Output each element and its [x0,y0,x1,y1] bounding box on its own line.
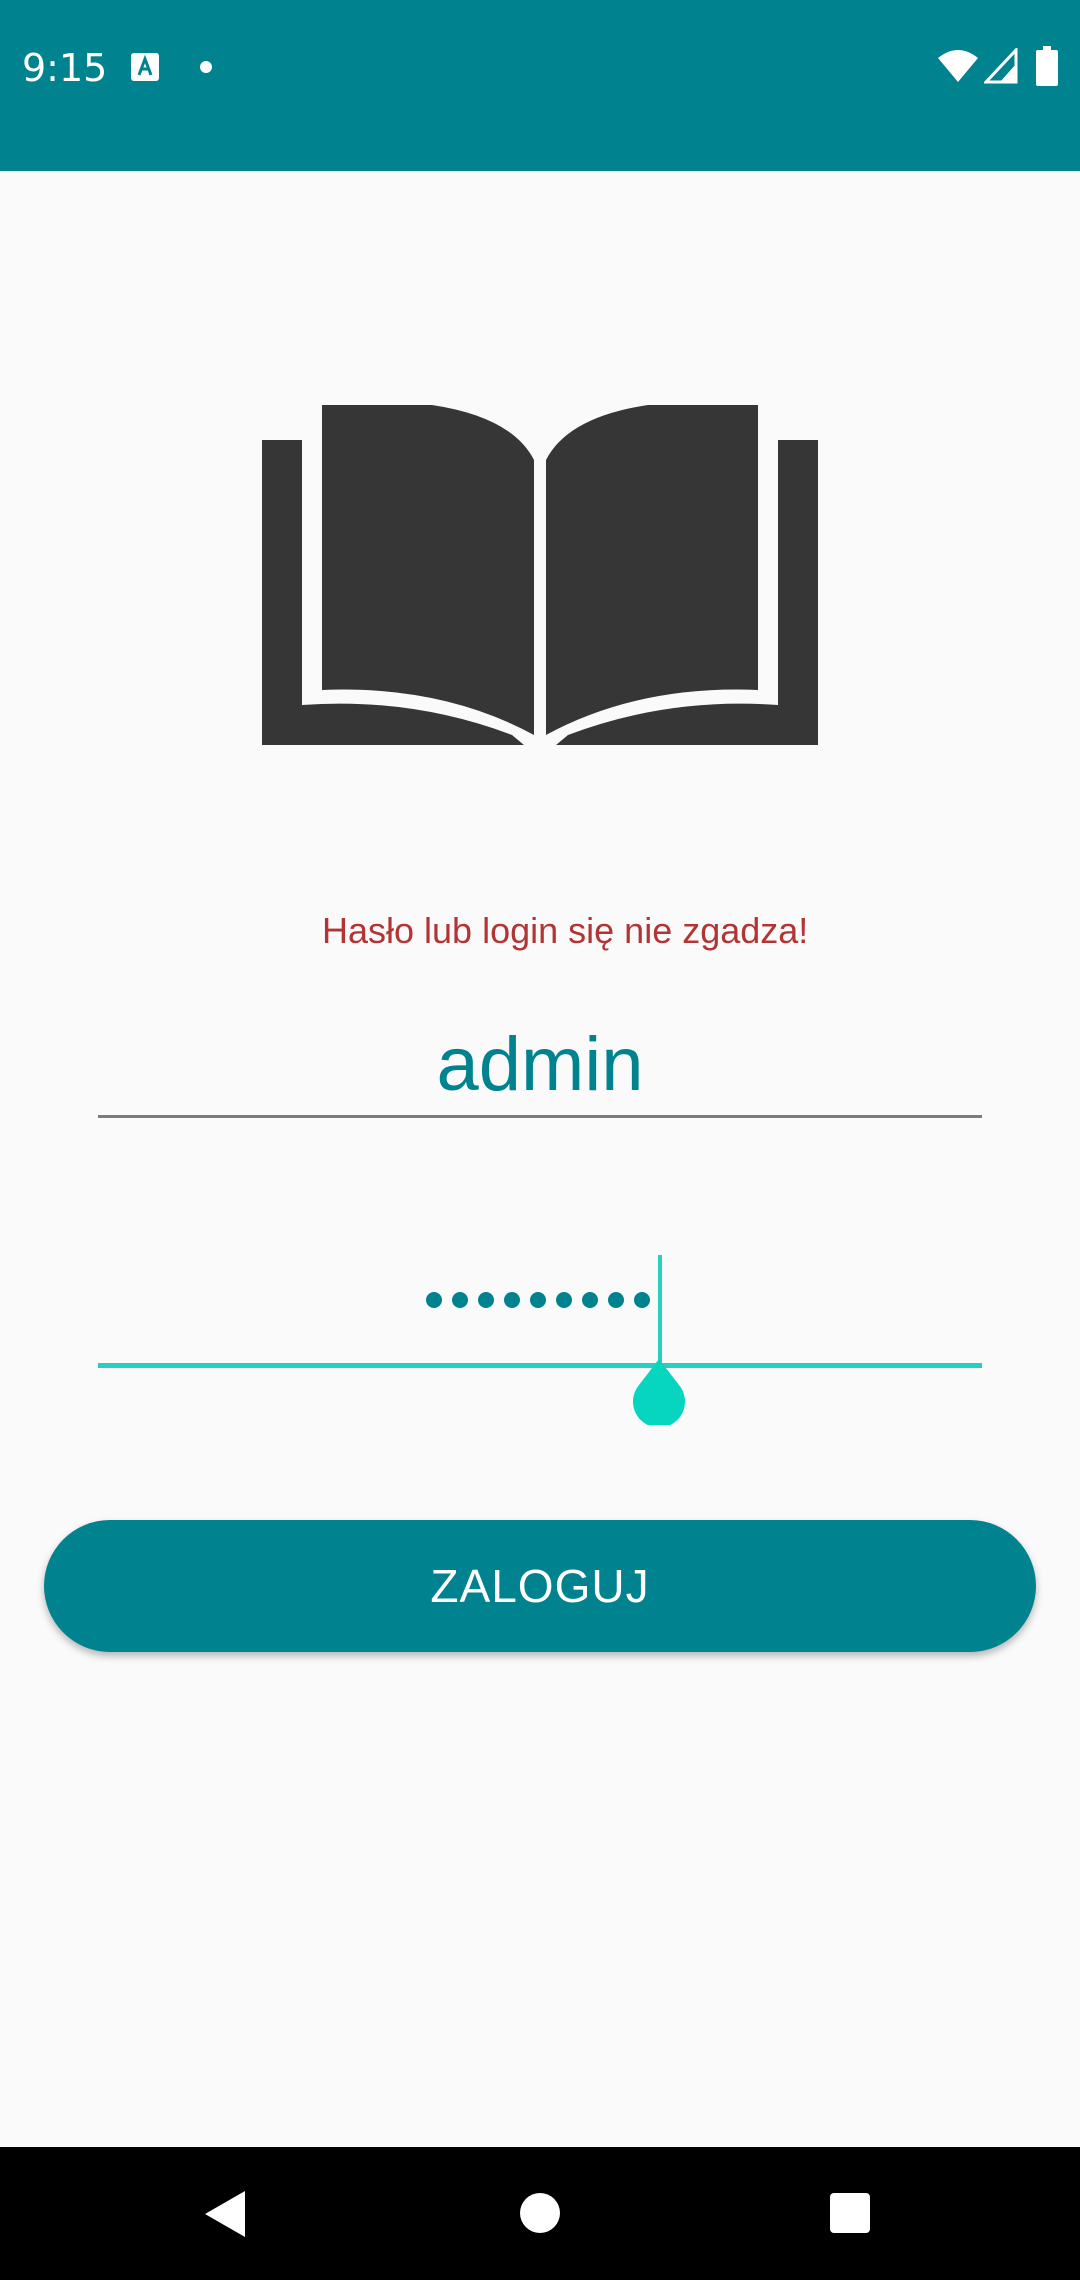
password-mask[interactable] [426,1292,650,1312]
login-input-value[interactable]: admin [98,1015,982,1115]
login-submit-button[interactable]: ZALOGUJ [44,1520,1036,1652]
password-input-underline [98,1363,982,1368]
open-book-icon [262,405,818,745]
login-error-message: Hasło lub login się nie zgadza! [322,910,809,951]
password-mask-dot [530,1292,546,1308]
password-mask-dot [426,1292,442,1308]
password-mask-dot [452,1292,468,1308]
password-mask-dot [478,1292,494,1308]
password-mask-dot [634,1292,650,1308]
status-bar: 9:15 [0,0,1080,171]
notification-dot-icon [200,61,212,73]
back-icon[interactable] [205,2191,245,2237]
recents-icon[interactable] [830,2193,870,2233]
status-time: 9:15 [22,46,108,90]
battery-icon [1036,46,1058,86]
home-icon[interactable] [520,2193,560,2233]
cursor-handle-icon[interactable] [631,1359,687,1425]
cell-signal-icon [984,48,1018,84]
password-mask-dot [582,1292,598,1308]
password-mask-dot [608,1292,624,1308]
password-input[interactable] [98,1245,982,1425]
text-a-notification-icon [131,53,159,81]
navigation-bar [0,2147,1080,2280]
password-mask-dot [556,1292,572,1308]
wifi-icon [938,50,978,82]
login-input[interactable]: admin [98,1005,982,1120]
text-cursor [658,1255,662,1363]
login-input-underline [98,1115,982,1118]
password-mask-dot [504,1292,520,1308]
